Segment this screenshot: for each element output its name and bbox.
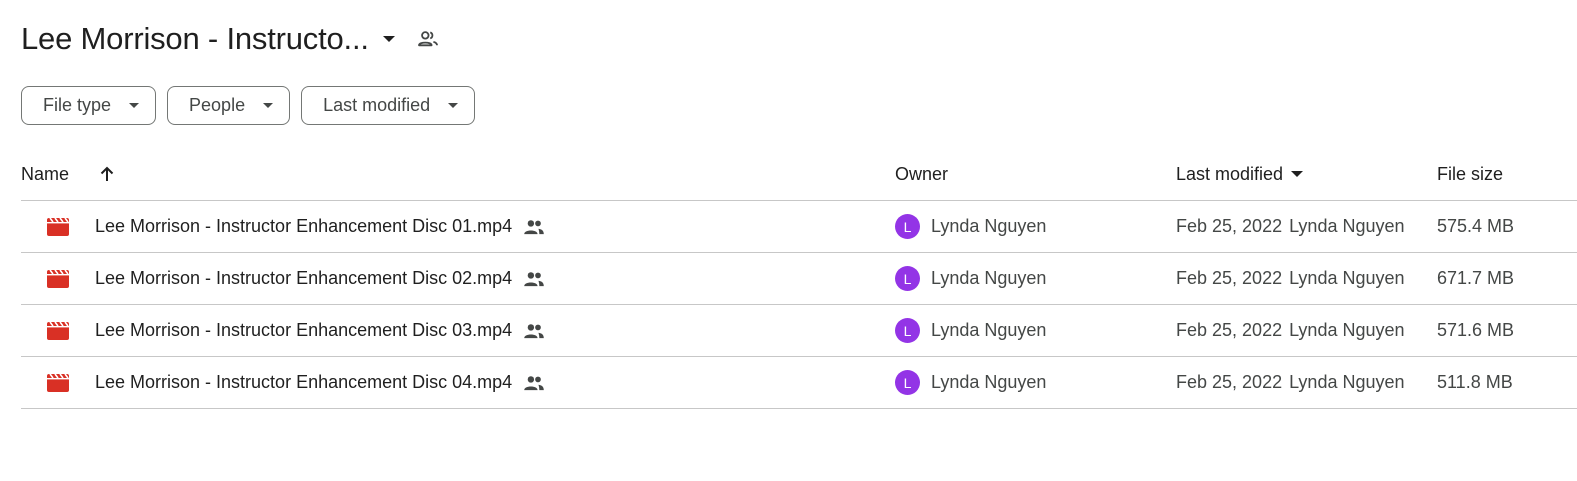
file-size: 571.6 MB [1437,320,1515,340]
arrow-drop-down-icon [448,103,459,108]
folder-title[interactable]: Lee Morrison - Instructo... [21,14,369,64]
file-size: 511.8 MB [1437,372,1513,392]
avatar[interactable]: L [895,214,920,239]
column-header-last-modified-button[interactable]: Last modified [1176,164,1437,185]
people-icon [522,373,546,393]
arrow-drop-down-icon [382,36,395,42]
modified-date: Feb 25, 2022 [1176,372,1283,392]
video-file-icon [47,373,69,392]
table-row[interactable]: Lee Morrison - Instructor Enhancement Di… [21,305,1577,357]
arrow-drop-down-icon [1291,171,1304,177]
modified-date: Feb 25, 2022 [1176,268,1283,288]
folder-menu-button[interactable] [369,19,395,59]
drive-folder-view: Lee Morrison - Instructo... File type Pe… [0,0,1577,481]
filter-label: Last modified [323,95,431,115]
folder-header: Lee Morrison - Instructo... [21,14,441,64]
arrow-drop-down-icon [129,103,140,108]
modified-by: Lynda Nguyen [1289,216,1405,236]
avatar[interactable]: L [895,318,920,343]
table-header: Name Owner Last modified File size [21,148,1577,201]
arrow-drop-down-icon [263,103,274,108]
column-header-file-size: File size [1437,163,1504,184]
file-name[interactable]: Lee Morrison - Instructor Enhancement Di… [95,216,512,237]
avatar[interactable]: L [895,370,920,395]
table-row[interactable]: Lee Morrison - Instructor Enhancement Di… [21,201,1577,253]
people-icon [522,321,546,341]
modified-date: Feb 25, 2022 [1176,216,1283,236]
filter-file-type[interactable]: File type [21,86,157,125]
table-row[interactable]: Lee Morrison - Instructor Enhancement Di… [21,253,1577,305]
video-file-icon [47,269,69,288]
people-icon [522,269,546,289]
owner-name: Lynda Nguyen [931,320,1047,340]
people-icon [522,217,546,237]
modified-date: Feb 25, 2022 [1176,320,1283,340]
modified-by: Lynda Nguyen [1289,372,1405,392]
file-name[interactable]: Lee Morrison - Instructor Enhancement Di… [95,320,512,341]
column-header-owner: Owner [895,163,949,184]
column-header-name[interactable]: Name [21,164,69,185]
filter-chips: File type People Last modified [21,86,476,125]
filter-people[interactable]: People [167,86,291,125]
arrow-upward-icon[interactable] [95,162,119,186]
filter-label: People [189,95,246,115]
filter-label: File type [43,95,112,115]
owner-name: Lynda Nguyen [931,372,1047,392]
filter-last-modified[interactable]: Last modified [301,86,476,125]
file-name[interactable]: Lee Morrison - Instructor Enhancement Di… [95,268,512,289]
file-size: 575.4 MB [1437,216,1515,236]
file-name[interactable]: Lee Morrison - Instructor Enhancement Di… [95,372,512,393]
avatar[interactable]: L [895,266,920,291]
table-row[interactable]: Lee Morrison - Instructor Enhancement Di… [21,357,1577,409]
owner-name: Lynda Nguyen [931,268,1047,288]
file-size: 671.7 MB [1437,268,1515,288]
column-header-last-modified: Last modified [1176,163,1284,184]
modified-by: Lynda Nguyen [1289,320,1405,340]
video-file-icon [47,321,69,340]
modified-by: Lynda Nguyen [1289,268,1405,288]
file-list: Name Owner Last modified File size Lee M… [21,148,1577,409]
people-icon[interactable] [415,26,441,52]
owner-name: Lynda Nguyen [931,216,1047,236]
video-file-icon [47,217,69,236]
